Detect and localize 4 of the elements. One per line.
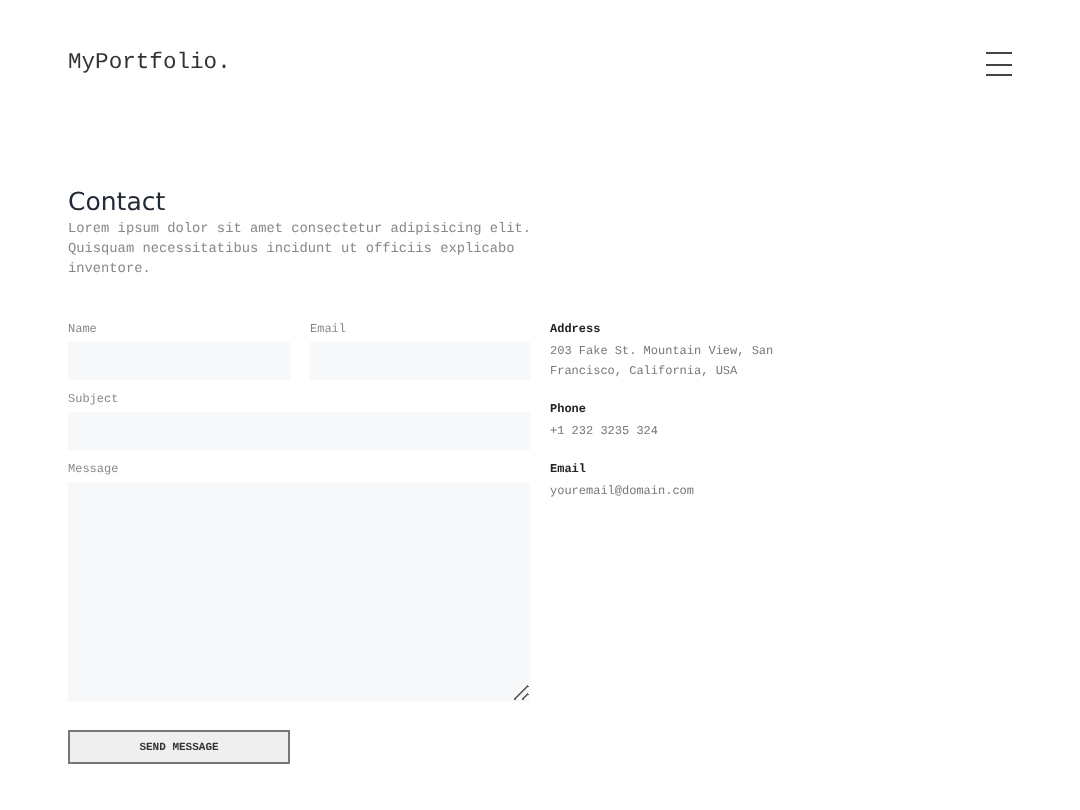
logo[interactable]: MyPortfolio.: [68, 52, 231, 76]
menu-icon[interactable]: [986, 52, 1012, 76]
page-title: Contact: [68, 186, 168, 218]
message-field[interactable]: [68, 482, 530, 702]
